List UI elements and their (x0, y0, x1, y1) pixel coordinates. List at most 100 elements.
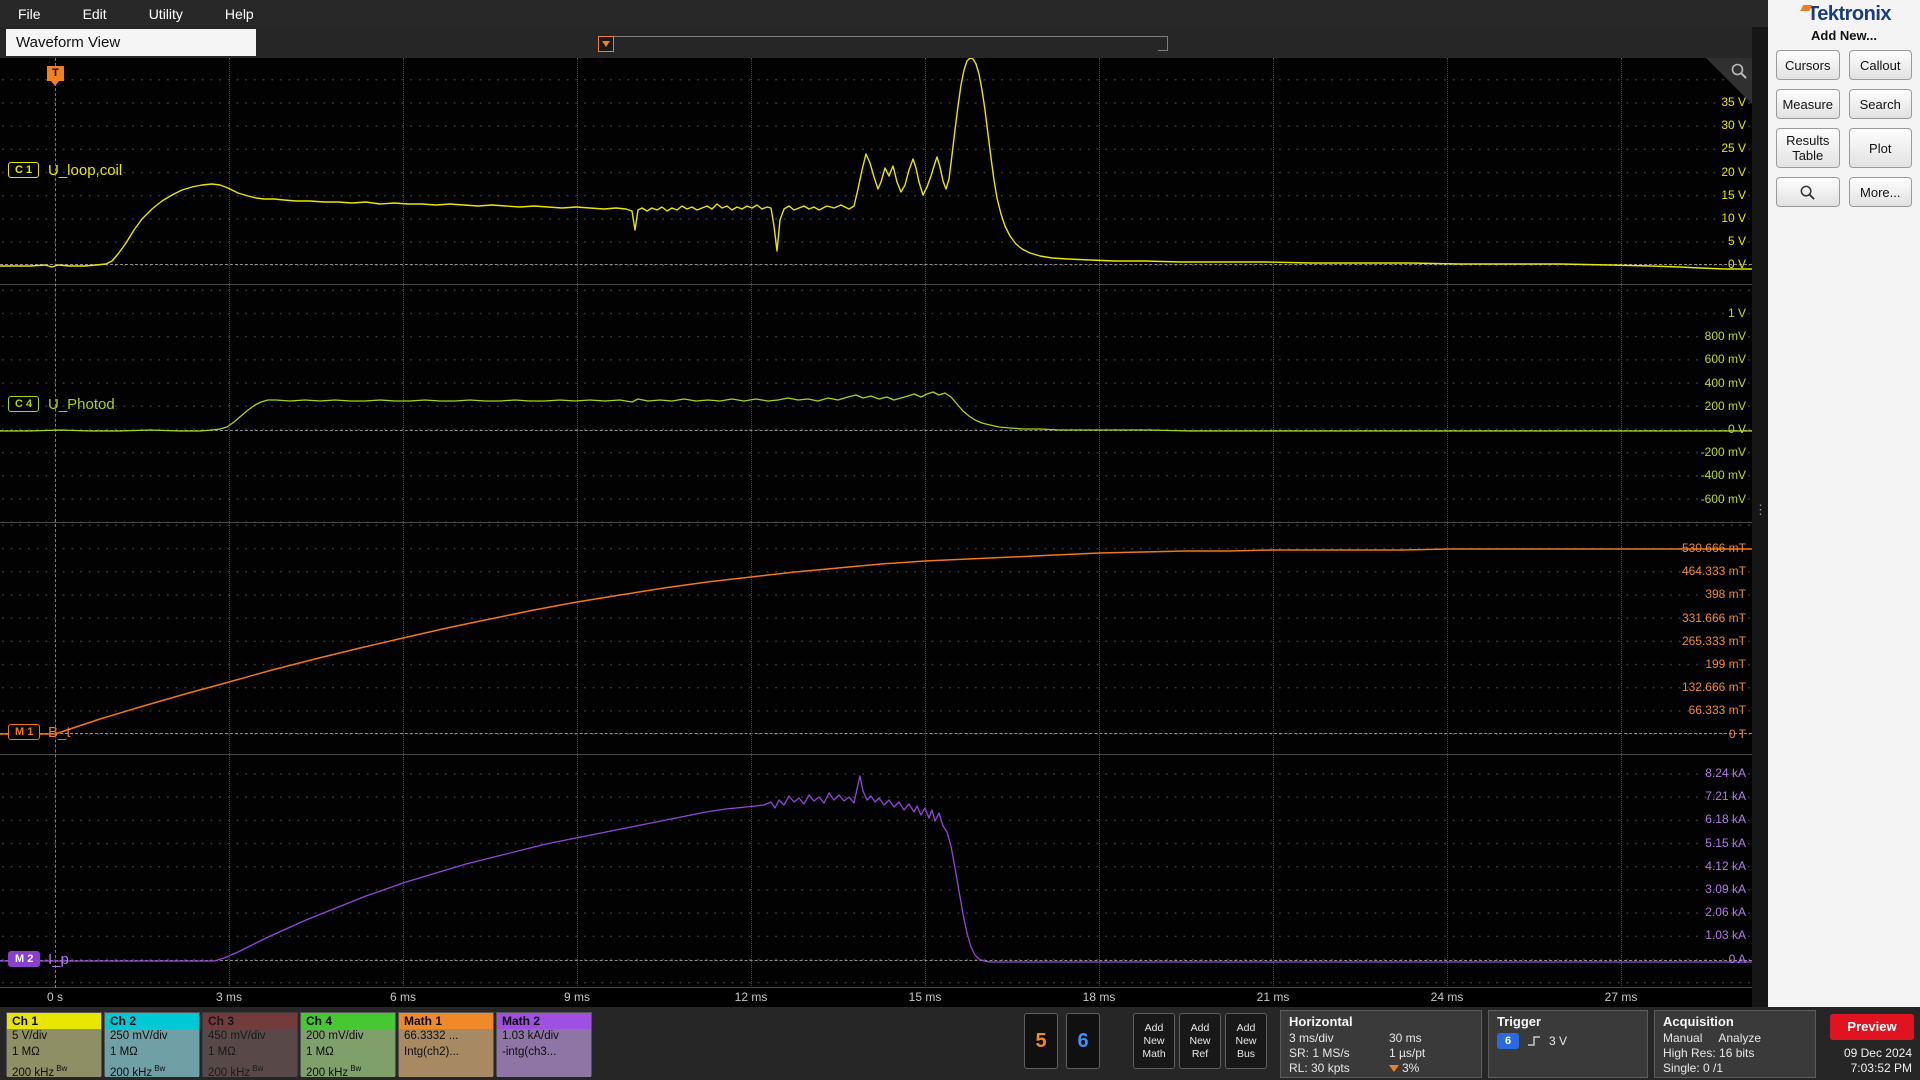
channel-handle-c4[interactable]: C 4 (8, 396, 40, 412)
badge-ch4-scale: 200 mV/div (301, 1029, 395, 1045)
badge-ch2-scale: 250 mV/div (105, 1029, 199, 1045)
add-new-math-button[interactable]: Add New Math (1133, 1013, 1175, 1069)
search-button[interactable]: Search (1848, 89, 1912, 119)
y-axis-labels-ch4: 1 V 800 mV 600 mV 400 mV 200 mV 0 V -200 mV -40… (1701, 302, 1746, 511)
x-axis-label: 6 ms (389, 990, 416, 1004)
y-axis-label: 1 V (1727, 306, 1746, 320)
x-axis-label: 9 ms (563, 990, 590, 1004)
horizontal-position: 3% (1389, 1061, 1419, 1076)
zoom-button[interactable] (1776, 177, 1840, 207)
badge-ch3-bandwidth: 200 kHz Bw (203, 1061, 297, 1079)
acquisition-detail: High Res: 16 bits (1663, 1046, 1755, 1060)
trace-ch1 (0, 58, 1752, 270)
y-axis-label: 15 V (1721, 187, 1746, 202)
y-axis-label: 3.09 kA (1705, 882, 1746, 897)
badge-math1-fill (399, 1061, 493, 1077)
y-axis-label: 265.333 mT (1681, 633, 1746, 648)
corner-zoom-button[interactable] (1706, 58, 1752, 104)
results-table-button[interactable]: Results Table (1776, 128, 1840, 168)
rising-edge-icon (1528, 1036, 1540, 1046)
menu-item[interactable]: Edit (83, 6, 107, 22)
y-axis-label: 5.15 kA (1705, 835, 1746, 850)
y-axis-label: 4.12 kA (1705, 858, 1746, 873)
badge-math2-expression: -intg(ch3... (497, 1045, 591, 1061)
tektronix-logo: Tektronix (1768, 3, 1920, 26)
add-new-bus-button[interactable]: Add New Bus (1225, 1013, 1267, 1069)
y-axis-label: 400 mV (1704, 375, 1746, 390)
x-axis: 0 s 3 ms 6 ms 9 ms 12 ms 15 ms 18 ms 21 ms 24 ms… (0, 988, 1708, 1006)
menu-item[interactable]: Help (225, 6, 254, 22)
badge-math1[interactable]: Math 1 66.3332 ... Intg(ch2)... (398, 1012, 494, 1077)
trigger-title: Trigger (1497, 1014, 1542, 1029)
cursors-button[interactable]: Cursors (1776, 50, 1840, 80)
trace-math2 (0, 775, 1752, 963)
channel-handle-m2[interactable]: M 2 (8, 951, 41, 967)
channel-label-c1: U_loop,coil (48, 162, 123, 179)
acquisition-title: Acquisition (1663, 1014, 1734, 1029)
waveform-graticule[interactable]: T 35 V 30 V 25 V 20 V 15 V 10 V5 V0 V 1 V 800 … (0, 58, 1752, 988)
badge-ch4[interactable]: Ch 4 200 mV/div 1 MΩ 200 kHz Bw (300, 1012, 396, 1079)
y-axis-label: 800 mV (1704, 329, 1746, 344)
add-new-ref-button[interactable]: Add New Ref (1179, 1013, 1221, 1069)
y-axis-label: 0 T (1728, 726, 1746, 741)
y-axis-label: 398 mT (1705, 587, 1746, 602)
zoom-overview-bar[interactable] (598, 36, 1168, 52)
y-axis-label: 530.666 mT (1681, 541, 1746, 555)
y-axis-label: 20 V (1721, 164, 1746, 179)
badge-ch1-impedance: 1 MΩ (7, 1045, 101, 1061)
magnifier-icon (1800, 185, 1816, 200)
badge-ch3-scale: 450 mV/div (203, 1029, 297, 1045)
trigger-position-icon (1389, 1065, 1399, 1072)
channel-6-button[interactable]: 6 (1066, 1013, 1100, 1069)
badge-ch2-title: Ch 2 (105, 1013, 199, 1029)
badge-math2-fill (497, 1061, 591, 1077)
x-axis-label: 15 ms (908, 990, 942, 1004)
trace-ch4 (0, 391, 1752, 432)
badge-math2-title: Math 2 (497, 1013, 591, 1029)
y-axis-label: 0 A (1728, 951, 1746, 966)
zoom-overview-end-bracket[interactable] (1158, 36, 1168, 51)
badge-ch1-scale: 5 V/div (7, 1029, 101, 1045)
trigger-source-badge[interactable]: 6 (1497, 1033, 1519, 1049)
right-sidebar: Tektronix Add New... Cursors Callout Mea… (1768, 0, 1920, 1007)
plot-button[interactable]: Plot (1848, 128, 1912, 168)
trigger-panel[interactable]: Trigger 6 3 V (1488, 1010, 1648, 1078)
channel-handle-c1[interactable]: C 1 (8, 162, 40, 178)
y-axis-labels-math2: 8.24 kA 7.21 kA 6.18 kA 5.15 kA 4.12 kA 3.09 … (1705, 762, 1746, 971)
measure-button[interactable]: Measure (1776, 89, 1840, 119)
preview-button[interactable]: Preview (1830, 1014, 1914, 1040)
waveform-view-tab[interactable]: Waveform View (6, 29, 256, 56)
y-axis-label: 7.21 kA (1705, 789, 1746, 804)
horizontal-title: Horizontal (1289, 1014, 1353, 1029)
waveform-canvas[interactable] (0, 58, 1752, 988)
horizontal-panel[interactable]: Horizontal 3 ms/div 30 ms SR: 1 MS/s 1 µs/… (1280, 1010, 1482, 1078)
menu-bar: File Edit Utility Help (0, 0, 1768, 27)
menu-item[interactable]: File (18, 6, 41, 22)
badge-ch4-title: Ch 4 (301, 1013, 395, 1029)
y-axis-label: 200 mV (1704, 398, 1746, 413)
y-axis-label: -600 mV (1700, 491, 1746, 506)
menu-item[interactable]: Utility (149, 6, 183, 22)
trigger-level: 3 V (1549, 1034, 1568, 1048)
badge-ch3[interactable]: Ch 3 450 mV/div 1 MΩ 200 kHz Bw (202, 1012, 298, 1079)
badge-ch2[interactable]: Ch 2 250 mV/div 1 MΩ 200 kHz Bw (104, 1012, 200, 1079)
y-axis-label: 6.18 kA (1705, 812, 1746, 827)
y-axis-label: 66.333 mT (1688, 703, 1746, 718)
clock: 09 Dec 2024 7:03:52 PM (1844, 1046, 1912, 1076)
channel-handle-m1[interactable]: M 1 (8, 724, 41, 740)
channel-label-m1: B_t (48, 724, 71, 741)
channel-5-button[interactable]: 5 (1024, 1013, 1058, 1069)
magnifier-icon (1731, 63, 1747, 79)
badge-math2[interactable]: Math 2 1.03 kA/div -intg(ch3... (496, 1012, 592, 1077)
y-axis-label: 5 V (1727, 234, 1746, 249)
clock-time: 7:03:52 PM (1850, 1061, 1912, 1075)
oscilloscope-app: File Edit Utility Help Waveform View T 3… (0, 0, 1920, 1080)
more-button[interactable]: More... (1848, 177, 1912, 207)
x-axis-label: 12 ms (734, 990, 768, 1004)
callout-button[interactable]: Callout (1848, 50, 1912, 80)
badge-ch1[interactable]: Ch 1 5 V/div 1 MΩ 200 kHz Bw (6, 1012, 102, 1079)
y-axis-label: 199 mT (1705, 657, 1746, 672)
badge-ch3-impedance: 1 MΩ (203, 1045, 297, 1061)
zoom-trigger-marker-icon[interactable] (598, 36, 614, 52)
acquisition-panel[interactable]: Acquisition Manual Analyze High Res: 16 b… (1654, 1010, 1816, 1078)
